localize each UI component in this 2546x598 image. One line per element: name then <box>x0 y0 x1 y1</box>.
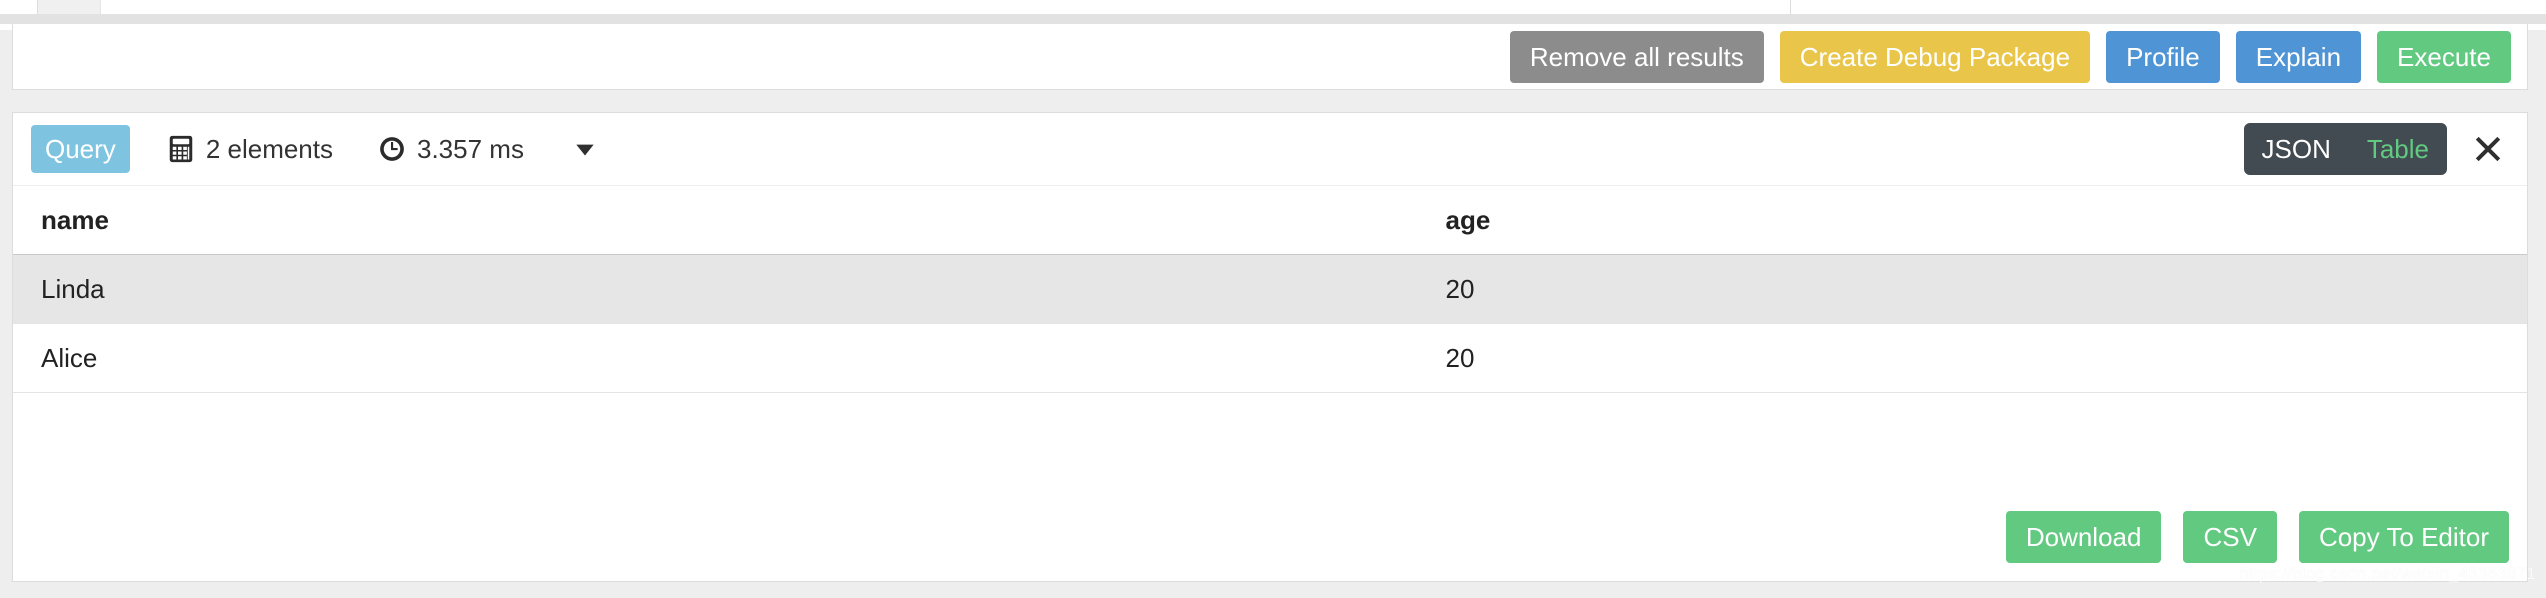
query-badge[interactable]: Query <box>31 125 130 173</box>
profile-button[interactable]: Profile <box>2106 31 2220 83</box>
view-mode-json[interactable]: JSON <box>2244 123 2349 175</box>
editor-action-buttons: Remove all results Create Debug Package … <box>1509 24 2511 90</box>
editor-panel-divider <box>1790 0 1791 14</box>
result-header: Query 2 elements 3.357 ms JSON Table <box>13 113 2527 185</box>
result-time-meta: 3.357 ms <box>377 134 524 165</box>
calculator-icon <box>166 134 196 164</box>
cell-age: 20 <box>1417 323 2527 393</box>
csv-button[interactable]: CSV <box>2183 511 2277 563</box>
result-elements-label: 2 elements <box>205 133 333 164</box>
column-header-name[interactable]: name <box>13 185 1418 255</box>
create-debug-package-button[interactable]: Create Debug Package <box>1779 31 2091 83</box>
editor-tab-stub[interactable] <box>38 0 101 14</box>
result-header-right: JSON Table <box>2243 113 2512 185</box>
result-meta-group: 2 elements 3.357 ms <box>166 132 602 166</box>
result-table-head: name age <box>13 185 2527 255</box>
result-table: name age Linda 20 Alice 20 <box>13 185 2527 393</box>
result-time-label: 3.357 ms <box>417 133 524 164</box>
result-table-body: Linda 20 Alice 20 <box>13 254 2527 393</box>
cell-name: Alice <box>13 323 1418 393</box>
strip-gap <box>0 14 2546 24</box>
view-mode-table[interactable]: Table <box>2349 123 2447 175</box>
result-elements-meta: 2 elements <box>166 134 333 165</box>
explain-button[interactable]: Explain <box>2235 31 2362 83</box>
query-result-panel: Query 2 elements 3.357 ms JSON Table nam… <box>12 112 2528 582</box>
table-header-row: name age <box>13 185 2527 255</box>
cell-age: 20 <box>1417 254 2527 324</box>
close-icon[interactable] <box>2465 132 2511 166</box>
download-button[interactable]: Download <box>2005 511 2162 563</box>
result-footer: Download CSV Copy To Editor <box>13 493 2527 581</box>
table-row[interactable]: Alice 20 <box>13 323 2527 393</box>
execute-button[interactable]: Execute <box>2377 31 2511 83</box>
table-row[interactable]: Linda 20 <box>13 254 2527 324</box>
copy-to-editor-button[interactable]: Copy To Editor <box>2298 511 2509 563</box>
view-mode-toggle[interactable]: JSON Table <box>2243 123 2447 175</box>
editor-action-toolbar: Remove all results Create Debug Package … <box>12 24 2528 90</box>
column-header-age[interactable]: age <box>1417 185 2527 255</box>
cell-name: Linda <box>13 254 1418 324</box>
remove-all-results-button[interactable]: Remove all results <box>1509 31 1764 83</box>
chevron-down-icon[interactable] <box>568 132 602 166</box>
clock-icon <box>377 134 407 164</box>
